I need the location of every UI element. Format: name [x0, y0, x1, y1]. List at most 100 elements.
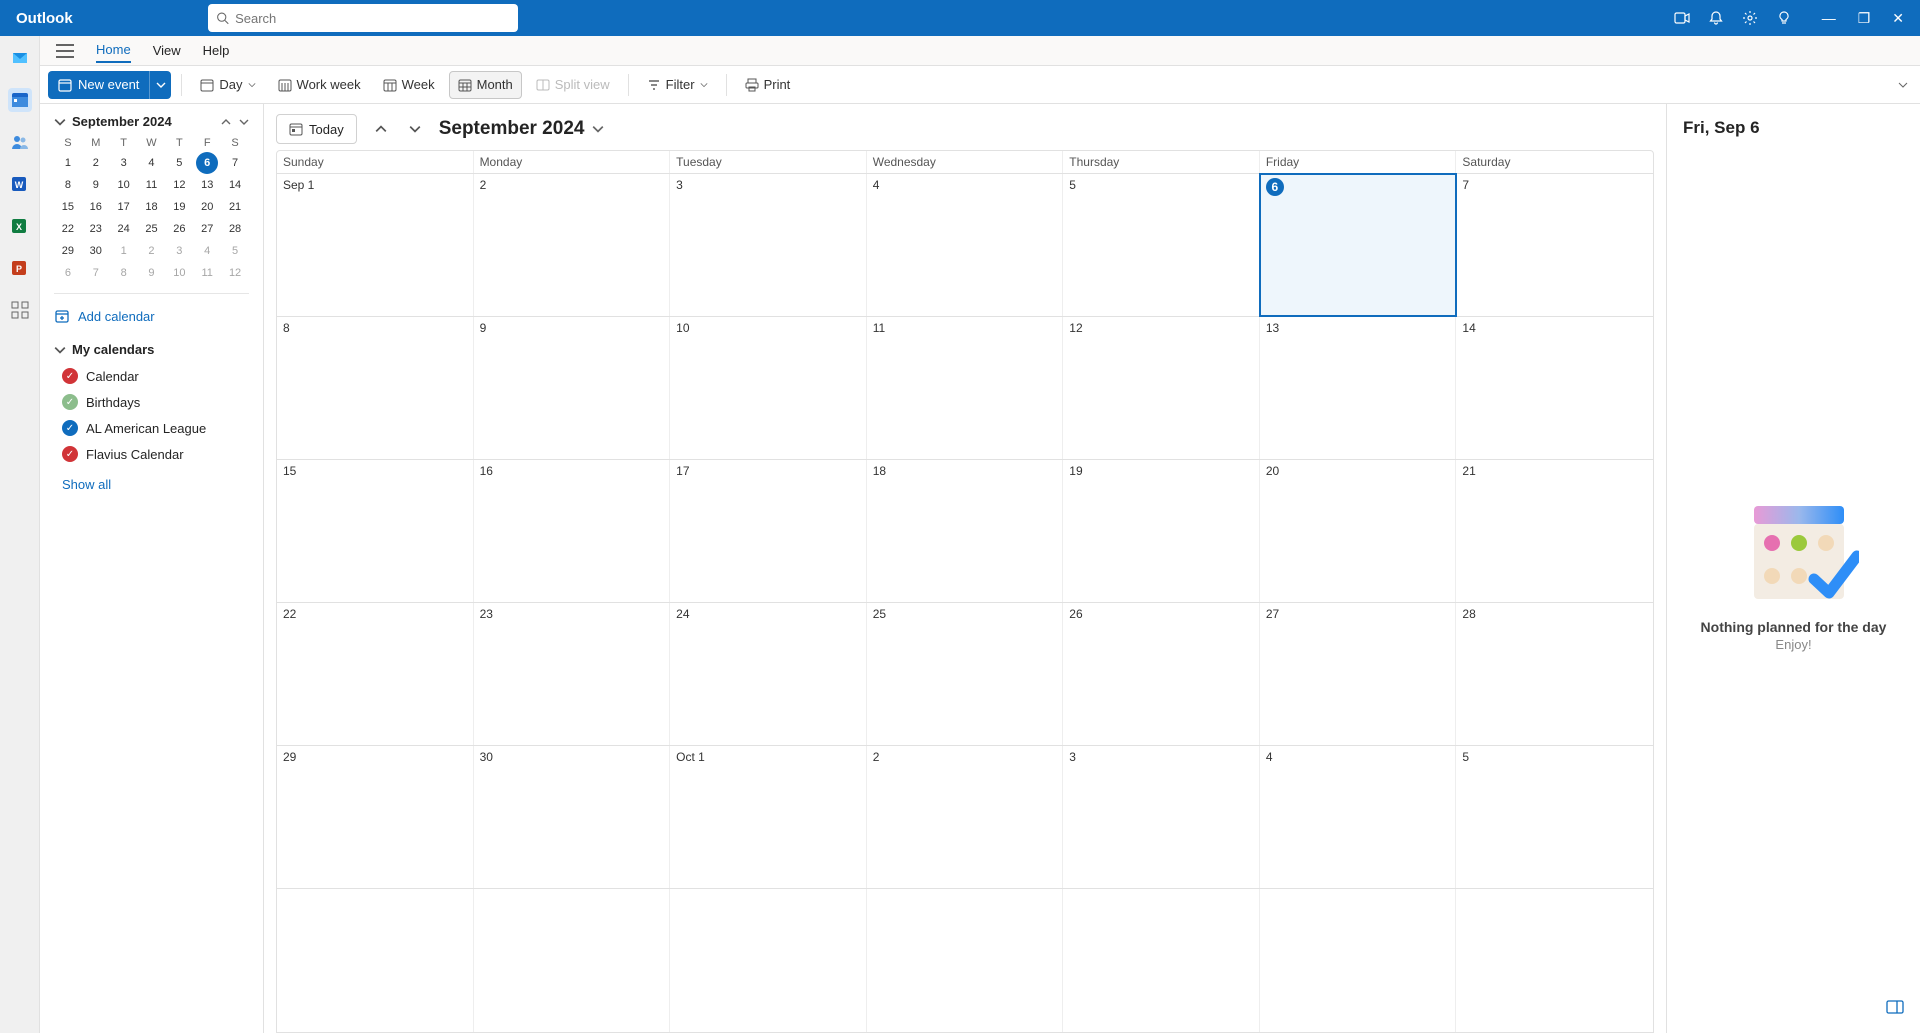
mini-day[interactable]: 22 [58, 219, 78, 239]
day-cell[interactable]: 27 [1260, 603, 1457, 745]
settings-icon[interactable] [1742, 10, 1758, 26]
mini-day[interactable]: 12 [169, 175, 189, 195]
day-cell[interactable]: 22 [277, 603, 474, 745]
calendar-checkbox[interactable]: ✓ [62, 368, 78, 384]
day-cell[interactable]: 3 [670, 174, 867, 316]
new-event-button[interactable]: New event [48, 71, 149, 99]
mini-day[interactable]: 5 [169, 153, 189, 173]
mini-day[interactable]: 13 [197, 175, 217, 195]
mini-day[interactable]: 17 [114, 197, 134, 217]
mini-day[interactable]: 10 [114, 175, 134, 195]
more-apps-icon[interactable] [8, 298, 32, 322]
search-input[interactable] [235, 11, 510, 26]
mini-day[interactable]: 2 [86, 153, 106, 173]
day-cell[interactable]: 5 [1456, 746, 1653, 888]
day-cell[interactable]: 12 [1063, 317, 1260, 459]
mini-day[interactable]: 5 [225, 241, 245, 261]
day-view-button[interactable]: Day [192, 71, 263, 99]
day-cell[interactable]: 4 [867, 174, 1064, 316]
hamburger-icon[interactable] [56, 44, 74, 58]
day-cell[interactable] [1456, 889, 1653, 1032]
minimize-button[interactable]: — [1822, 10, 1836, 26]
ribbon-expand[interactable] [1898, 80, 1912, 90]
day-cell[interactable] [1260, 889, 1457, 1032]
mini-day[interactable]: 7 [225, 153, 245, 173]
tab-help[interactable]: Help [203, 39, 230, 62]
notification-icon[interactable] [1708, 10, 1724, 26]
mini-day[interactable]: 1 [58, 153, 78, 173]
people-app-icon[interactable] [8, 130, 32, 154]
mini-day[interactable]: 18 [141, 197, 161, 217]
day-cell[interactable]: 16 [474, 460, 671, 602]
close-button[interactable]: ✕ [1892, 10, 1904, 27]
mini-day[interactable]: 14 [225, 175, 245, 195]
calendar-title[interactable]: September 2024 [439, 118, 605, 140]
day-cell[interactable]: 18 [867, 460, 1064, 602]
day-cell[interactable]: 11 [867, 317, 1064, 459]
day-cell[interactable]: 29 [277, 746, 474, 888]
calendar-item[interactable]: ✓Flavius Calendar [54, 441, 249, 467]
day-cell[interactable]: 25 [867, 603, 1064, 745]
day-cell[interactable]: 28 [1456, 603, 1653, 745]
mini-day[interactable]: 2 [141, 241, 161, 261]
mini-day[interactable]: 20 [197, 197, 217, 217]
calendar-item[interactable]: ✓AL American League [54, 415, 249, 441]
maximize-button[interactable]: ❐ [1858, 10, 1871, 27]
day-cell[interactable]: 24 [670, 603, 867, 745]
today-button[interactable]: Today [276, 114, 357, 144]
mini-day[interactable]: 1 [114, 241, 134, 261]
panel-toggle-icon[interactable] [1886, 1000, 1904, 1014]
mini-day[interactable]: 6 [58, 263, 78, 283]
day-cell[interactable]: 10 [670, 317, 867, 459]
day-cell[interactable]: 13 [1260, 317, 1457, 459]
print-button[interactable]: Print [737, 71, 799, 99]
mini-day[interactable]: 8 [58, 175, 78, 195]
week-button[interactable]: Week [375, 71, 443, 99]
mini-day[interactable]: 23 [86, 219, 106, 239]
day-cell[interactable] [867, 889, 1064, 1032]
day-cell[interactable]: 2 [867, 746, 1064, 888]
day-cell[interactable]: 20 [1260, 460, 1457, 602]
tab-home[interactable]: Home [96, 38, 131, 63]
mini-day[interactable]: 11 [197, 263, 217, 283]
next-month-button[interactable] [405, 119, 425, 139]
mini-day[interactable]: 4 [197, 241, 217, 261]
add-calendar-button[interactable]: Add calendar [54, 304, 249, 328]
calendar-item[interactable]: ✓Birthdays [54, 389, 249, 415]
day-cell[interactable]: 7 [1456, 174, 1653, 316]
mini-day[interactable]: 25 [141, 219, 161, 239]
work-week-button[interactable]: Work week [270, 71, 369, 99]
month-button[interactable]: Month [449, 71, 522, 99]
mail-app-icon[interactable] [8, 46, 32, 70]
chevron-down-icon[interactable] [54, 116, 66, 128]
mini-day[interactable]: 27 [197, 219, 217, 239]
mini-day[interactable]: 19 [169, 197, 189, 217]
powerpoint-app-icon[interactable]: P [8, 256, 32, 280]
day-cell[interactable]: 14 [1456, 317, 1653, 459]
show-all-link[interactable]: Show all [54, 467, 249, 492]
mini-day[interactable]: 10 [169, 263, 189, 283]
day-cell[interactable] [670, 889, 867, 1032]
mini-day[interactable]: 29 [58, 241, 78, 261]
day-cell[interactable]: Oct 1 [670, 746, 867, 888]
mini-day[interactable]: 3 [114, 153, 134, 173]
mini-day[interactable]: 30 [86, 241, 106, 261]
excel-app-icon[interactable]: X [8, 214, 32, 238]
day-cell[interactable]: 15 [277, 460, 474, 602]
day-cell[interactable]: 2 [474, 174, 671, 316]
day-cell[interactable]: Sep 1 [277, 174, 474, 316]
day-cell[interactable]: 19 [1063, 460, 1260, 602]
calendar-checkbox[interactable]: ✓ [62, 446, 78, 462]
my-calendars-section[interactable]: My calendars [54, 342, 249, 357]
day-cell[interactable]: 9 [474, 317, 671, 459]
day-cell[interactable]: 30 [474, 746, 671, 888]
tab-view[interactable]: View [153, 39, 181, 62]
mini-day[interactable]: 28 [225, 219, 245, 239]
chevron-up-icon[interactable] [221, 117, 231, 127]
mini-day[interactable]: 24 [114, 219, 134, 239]
day-cell[interactable] [1063, 889, 1260, 1032]
tips-icon[interactable] [1776, 10, 1792, 26]
mini-calendar-title[interactable]: September 2024 [72, 114, 172, 129]
mini-day[interactable]: 9 [141, 263, 161, 283]
mini-day[interactable]: 3 [169, 241, 189, 261]
